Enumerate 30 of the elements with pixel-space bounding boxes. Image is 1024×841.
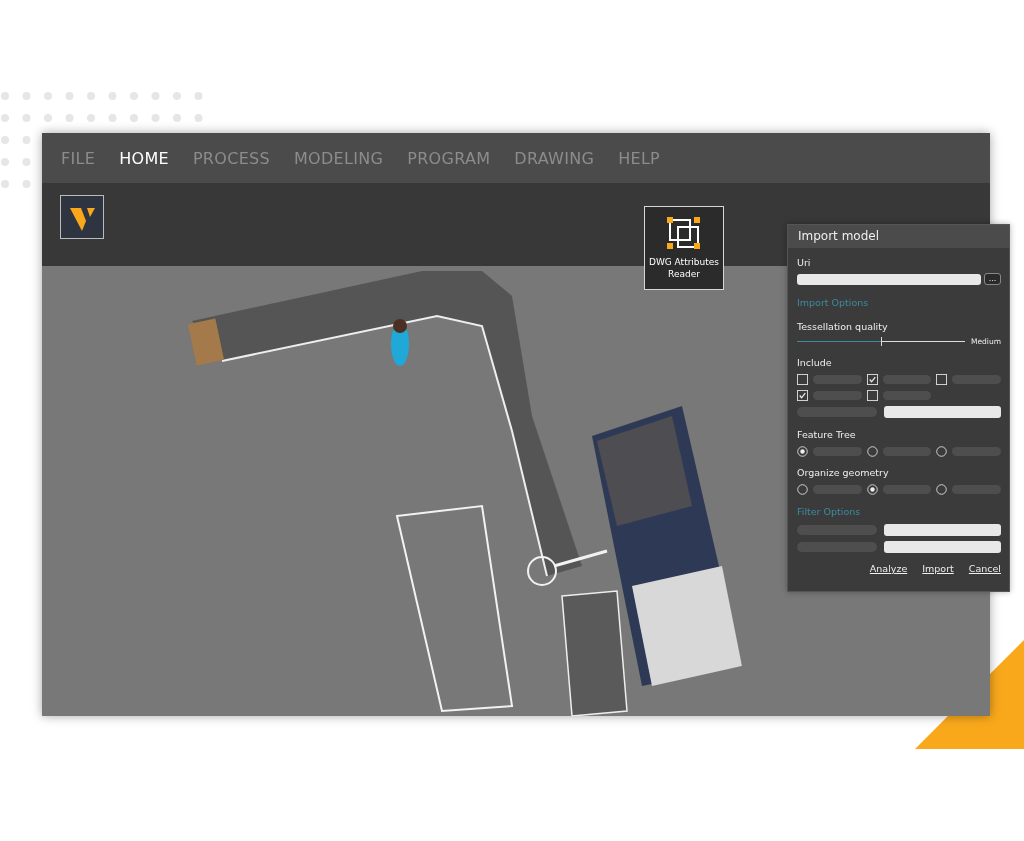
checkbox[interactable] [797,374,808,385]
dialog-link-button[interactable]: Analyze [869,563,908,574]
checkbox[interactable] [797,390,808,401]
radio-button[interactable] [866,484,878,495]
group-label: Organize geometry [797,467,890,480]
checkbox[interactable] [866,390,878,401]
menu-tab[interactable]: HOME [119,148,169,168]
dialog-link-button[interactable]: Import [922,563,954,574]
uri-label: Uri [797,257,812,270]
group-label: Include [797,357,833,370]
input-field[interactable] [797,273,981,285]
group-label: Feature Tree [797,429,857,442]
checkbox[interactable] [936,374,948,385]
radio-button[interactable] [866,446,878,457]
section-heading: Import Options [797,297,870,310]
radio-button[interactable] [936,446,948,457]
input-field[interactable] [884,524,1001,536]
section-heading: Filter Options [797,506,862,519]
dwg-attributes-reader-button[interactable]: DWG Attributes Reader [644,206,724,290]
radio-button[interactable] [797,484,808,495]
dialog-title: Import model [788,225,1009,248]
checkbox[interactable] [866,374,878,385]
input-field[interactable] [884,541,1001,553]
input-field[interactable] [884,406,1001,418]
logo-icon [60,195,104,239]
radio-button[interactable] [936,484,948,495]
radio-button[interactable] [797,446,808,457]
dialog-link-button[interactable]: Cancel [968,563,1001,574]
browse-button[interactable]: ... [984,273,1001,285]
slider-label: Tessellation quality [797,321,889,334]
